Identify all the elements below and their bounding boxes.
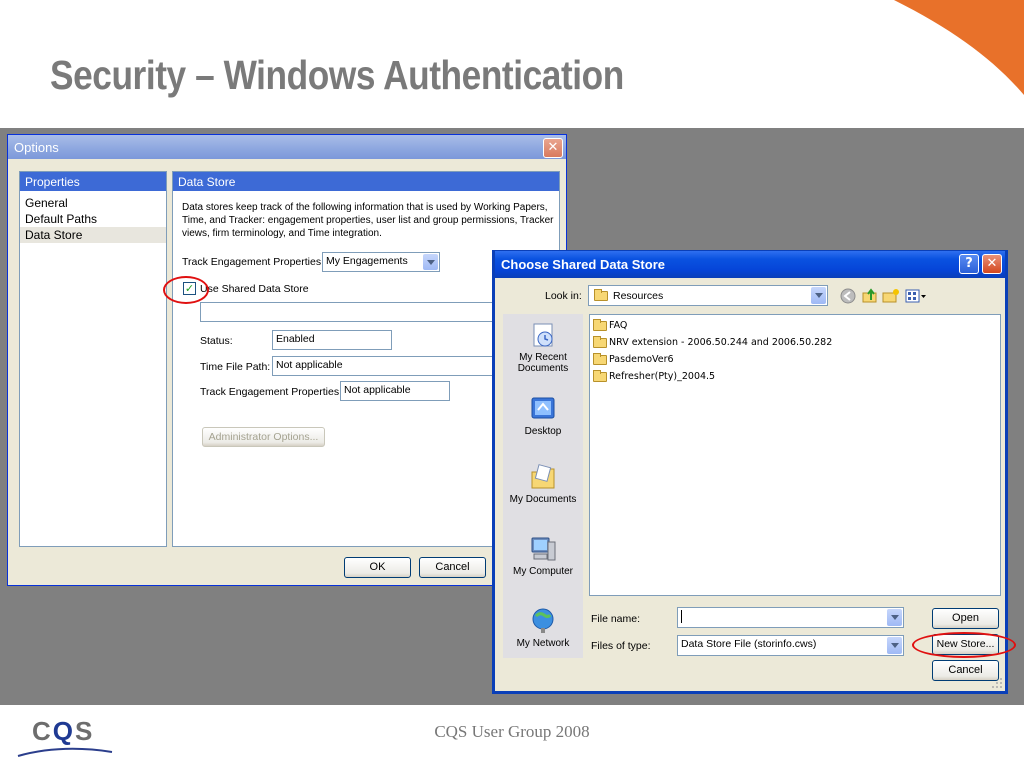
new-store-highlight-ring [912, 632, 1016, 658]
folder-icon [593, 352, 607, 365]
time-file-path-label: Time File Path: [200, 361, 271, 373]
properties-item-general[interactable]: General [20, 195, 166, 211]
status-field: Enabled [272, 330, 392, 350]
track-properties-label: Track Engagement Properties: [200, 386, 343, 398]
my-computer-icon [531, 537, 556, 561]
place-my-computer[interactable]: My Computer [503, 534, 583, 577]
options-close-icon[interactable]: ✕ [543, 138, 563, 158]
file-item-refresher[interactable]: Refresher(Pty)_2004.5 [593, 369, 716, 382]
resize-grip-icon[interactable] [991, 677, 1003, 689]
places-bar: My Recent Documents Desktop My Documents… [503, 314, 583, 658]
footer-text: CQS User Group 2008 [434, 722, 590, 741]
status-label: Status: [200, 335, 233, 347]
file-type-value: Data Store File (storinfo.cws) [681, 638, 817, 650]
properties-header: Properties [20, 172, 166, 191]
text-cursor [681, 610, 682, 623]
new-folder-icon[interactable] [882, 288, 900, 304]
chevron-down-icon[interactable] [423, 254, 438, 270]
place-label: My Recent Documents [517, 352, 569, 374]
file-item-label: PasdemoVer6 [609, 354, 674, 365]
folder-icon [593, 335, 607, 348]
place-label: My Network [516, 638, 570, 649]
options-cancel-button[interactable]: Cancel [419, 557, 486, 578]
administrator-options-button[interactable]: Administrator Options... [202, 427, 325, 447]
recent-documents-icon [533, 323, 553, 347]
options-titlebar[interactable]: Options [8, 135, 566, 159]
choose-data-store-dialog: Choose Shared Data Store ? ✕ Look in: Re… [492, 250, 1008, 694]
my-network-icon [532, 608, 554, 633]
chevron-down-icon[interactable] [811, 287, 826, 304]
look-in-select[interactable]: Resources [588, 285, 828, 306]
options-ok-button[interactable]: OK [344, 557, 411, 578]
track-engagement-select[interactable]: My Engagements [322, 252, 440, 272]
up-folder-icon[interactable] [862, 288, 878, 304]
chevron-down-icon[interactable] [887, 609, 902, 626]
file-item-label: FAQ [609, 320, 628, 331]
file-name-label: File name: [591, 613, 641, 625]
checkbox-highlight-ring [163, 276, 209, 304]
properties-item-default-paths[interactable]: Default Paths [20, 211, 166, 227]
file-item-pasdemover6[interactable]: PasdemoVer6 [593, 352, 674, 365]
file-item-nrv-extension[interactable]: NRV extension - 2006.50.244 and 2006.50.… [593, 335, 833, 348]
chooser-cancel-button[interactable]: Cancel [932, 660, 999, 681]
data-store-header: Data Store [173, 172, 559, 191]
track-engagement-label: Track Engagement Properties: [182, 256, 325, 268]
track-properties-field: Not applicable [340, 381, 450, 401]
data-store-description-line3: views, firm terminology, and Time integr… [182, 228, 382, 239]
logo-swoosh [17, 747, 113, 757]
chooser-titlebar[interactable]: Choose Shared Data Store [495, 251, 1005, 278]
place-label: Desktop [524, 426, 562, 437]
file-item-label: NRV extension - 2006.50.244 and 2006.50.… [609, 337, 833, 348]
data-store-description-line2: Time, and Tracker: engagement properties… [182, 215, 554, 226]
slide-title: Security – Windows Authentication [50, 52, 624, 98]
folder-icon [593, 318, 607, 331]
file-item-faq[interactable]: FAQ [593, 318, 628, 331]
track-engagement-value: My Engagements [326, 255, 408, 267]
place-my-recent-documents[interactable]: My Recent Documents [503, 320, 583, 374]
file-type-select[interactable]: Data Store File (storinfo.cws) [677, 635, 904, 656]
data-store-description-line1: Data stores keep track of the following … [182, 202, 548, 213]
chooser-title: Choose Shared Data Store [501, 257, 665, 272]
file-type-label: Files of type: [591, 640, 651, 652]
folder-icon [594, 288, 608, 301]
file-name-input[interactable] [677, 607, 904, 628]
place-my-network[interactable]: My Network [503, 606, 583, 649]
look-in-value: Resources [613, 289, 664, 302]
place-my-documents[interactable]: My Documents [503, 462, 583, 505]
orange-swoosh-decoration [894, 0, 1024, 95]
chevron-down-icon[interactable] [887, 637, 902, 654]
help-icon[interactable]: ? [959, 254, 979, 274]
place-desktop[interactable]: Desktop [503, 394, 583, 437]
options-window: Options ✕ Properties General Default Pat… [7, 134, 567, 586]
look-in-label: Look in: [545, 290, 582, 302]
file-item-label: Refresher(Pty)_2004.5 [609, 371, 716, 382]
desktop-icon [531, 397, 555, 419]
back-icon[interactable] [840, 288, 856, 304]
view-menu-icon[interactable] [905, 288, 927, 304]
my-documents-icon [531, 464, 555, 489]
options-title: Options [14, 140, 59, 155]
chooser-close-icon[interactable]: ✕ [982, 254, 1002, 274]
place-label: My Computer [512, 566, 573, 577]
properties-item-data-store[interactable]: Data Store [20, 227, 166, 243]
open-button[interactable]: Open [932, 608, 999, 629]
file-list[interactable]: FAQ NRV extension - 2006.50.244 and 2006… [589, 314, 1001, 596]
folder-icon [593, 369, 607, 382]
place-label: My Documents [509, 494, 577, 505]
use-shared-data-store-label: Use Shared Data Store [200, 283, 309, 295]
properties-list: Properties General Default Paths Data St… [19, 171, 167, 547]
